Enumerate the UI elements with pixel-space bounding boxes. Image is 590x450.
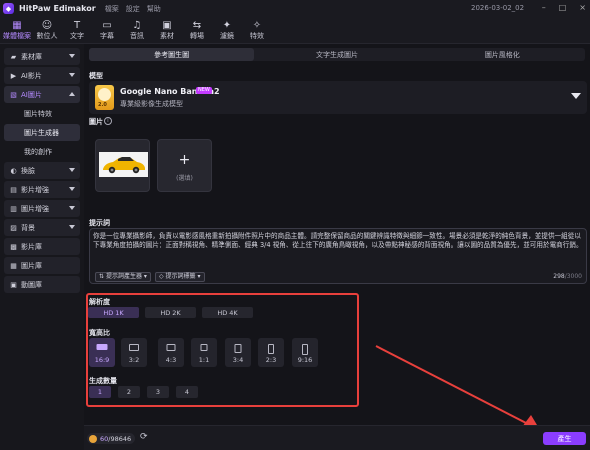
menu-help[interactable]: 幫助	[147, 4, 161, 14]
sidebar-item-label: 動圖庫	[21, 280, 42, 289]
caption-icon: ▭	[102, 19, 112, 31]
close-icon[interactable]: ×	[579, 3, 586, 12]
tool-assets[interactable]: ▣ 素材	[152, 17, 182, 43]
sidebar-item-background[interactable]: ▨ 背景	[4, 219, 80, 236]
tool-label: 字幕	[100, 31, 114, 40]
title-bar: ◆ HitPaw Edimakor 檔案 設定 幫助 2026-03-02_02…	[0, 0, 590, 17]
sidebar-item-label: 背景	[21, 223, 35, 232]
sidebar-item-ai-video[interactable]: ▶ AI影片	[4, 67, 80, 84]
app-title: HitPaw Edimakor	[19, 4, 96, 13]
tool-label: 文字	[70, 31, 84, 40]
tool-avatar[interactable]: ☺ 數位人	[32, 17, 62, 43]
video-enhance-icon: ▤	[10, 185, 17, 194]
sidebar-item-video-enhance[interactable]: ▤ 影片增強	[4, 181, 80, 198]
bottom-bar: 60/98646 ⟳ 產生	[84, 425, 590, 450]
tool-label: 媒體檔案	[3, 31, 31, 40]
tool-label: 濾鏡	[220, 31, 234, 40]
tool-caption[interactable]: ▭ 字幕	[92, 17, 122, 43]
window-controls: – □ ×	[542, 3, 586, 12]
video-library-icon: ▩	[10, 242, 17, 251]
minimize-icon[interactable]: –	[542, 3, 546, 12]
chevron-down-icon	[69, 73, 75, 77]
sidebar-item-label: 圖片庫	[21, 261, 42, 270]
sidebar-item-ai-image[interactable]: ▧ AI圖片	[4, 86, 80, 103]
main-panel: 參考圖生圖 文字生成圖片 圖片風格化 模型 2.0 Google Nano Ba…	[84, 44, 590, 450]
chevron-down-icon	[69, 54, 75, 58]
sidebar-item-image-enhance[interactable]: ▥ 圖片增強	[4, 200, 80, 217]
tool-label: 音訊	[130, 31, 144, 40]
tool-label: 轉場	[190, 31, 204, 40]
face-swap-icon: ◐	[10, 166, 17, 175]
text-icon: T	[73, 19, 81, 31]
chevron-down-icon	[69, 168, 75, 172]
image-library-icon: ▦	[10, 261, 17, 270]
maximize-icon[interactable]: □	[559, 3, 567, 12]
generate-button[interactable]: 產生	[543, 432, 586, 445]
sidebar-item-image-library[interactable]: ▦ 圖片庫	[4, 257, 80, 274]
sidebar-item-video-library[interactable]: ▩ 影片庫	[4, 238, 80, 255]
refresh-icon[interactable]: ⟳	[140, 432, 148, 442]
app-logo-icon: ◆	[3, 3, 14, 14]
sidebar-item-label: 圖片增強	[21, 204, 49, 213]
tool-effects[interactable]: ✧ 特效	[242, 17, 272, 43]
transition-arrows-icon: ⇆	[192, 19, 202, 31]
sidebar-item-label: 換臉	[21, 166, 35, 175]
chevron-down-icon	[69, 225, 75, 229]
tool-audio[interactable]: ♫ 音訊	[122, 17, 152, 43]
sidebar-item-gif-library[interactable]: ▣ 動圖庫	[4, 276, 80, 293]
tool-transition[interactable]: ⇆ 轉場	[182, 17, 212, 43]
sidebar-item-label: 影片增強	[21, 185, 49, 194]
sidebar-item-library[interactable]: ▰ 素材庫	[4, 48, 80, 65]
sidebar-subitem-image-generator[interactable]: 圖片生成器	[4, 124, 80, 141]
sidebar: ▰ 素材庫 ▶ AI影片 ▧ AI圖片 圖片特效 圖片生成器 我的創作 ◐ 換臉…	[0, 44, 84, 450]
music-note-icon: ♫	[132, 19, 142, 31]
effects-star-icon: ✧	[252, 19, 262, 31]
main-toolbar: ▦ 媒體檔案 ☺ 數位人 T 文字 ▭ 字幕 ♫ 音訊 ▣ 素材 ⇆ 轉場 ✦ …	[0, 17, 590, 44]
filter-sparkle-icon: ✦	[222, 19, 232, 31]
annotation-arrow	[375, 345, 540, 430]
sidebar-item-label: 素材庫	[21, 52, 42, 61]
tool-media[interactable]: ▦ 媒體檔案	[2, 17, 32, 43]
credits-used: 60	[100, 434, 109, 443]
sidebar-subitem-my-creations[interactable]: 我的創作	[4, 143, 80, 160]
image-enhance-icon: ▥	[10, 204, 17, 213]
tool-text[interactable]: T 文字	[62, 17, 92, 43]
tool-label: 數位人	[36, 31, 58, 40]
credits-total: /98646	[108, 434, 132, 443]
credits-display: 60/98646	[87, 433, 136, 444]
sidebar-item-face-swap[interactable]: ◐ 換臉	[4, 162, 80, 179]
gif-library-icon: ▣	[10, 280, 17, 289]
menu-settings[interactable]: 設定	[126, 4, 140, 14]
asset-cube-icon: ▣	[162, 19, 172, 31]
sidebar-item-label: 影片庫	[21, 242, 42, 251]
coin-icon	[89, 434, 97, 443]
folder-icon: ▰	[10, 52, 17, 61]
background-icon: ▨	[10, 223, 17, 232]
chevron-up-icon	[69, 92, 75, 96]
menu-bar: 檔案 設定 幫助	[105, 4, 161, 14]
chevron-down-icon	[69, 206, 75, 210]
sidebar-item-label: AI圖片	[21, 90, 42, 99]
tool-label: 素材	[160, 31, 174, 40]
ai-image-icon: ▧	[10, 90, 17, 99]
sidebar-subitem-image-effects[interactable]: 圖片特效	[4, 105, 80, 122]
sidebar-item-label: AI影片	[21, 71, 42, 80]
media-grid-icon: ▦	[12, 19, 22, 31]
tool-filter[interactable]: ✦ 濾鏡	[212, 17, 242, 43]
ai-video-icon: ▶	[10, 71, 17, 80]
chevron-down-icon	[69, 187, 75, 191]
avatar-person-icon: ☺	[41, 19, 53, 31]
tool-label: 特效	[250, 31, 264, 40]
window-title: 2026-03-02_02	[471, 4, 525, 12]
menu-file[interactable]: 檔案	[105, 4, 119, 14]
